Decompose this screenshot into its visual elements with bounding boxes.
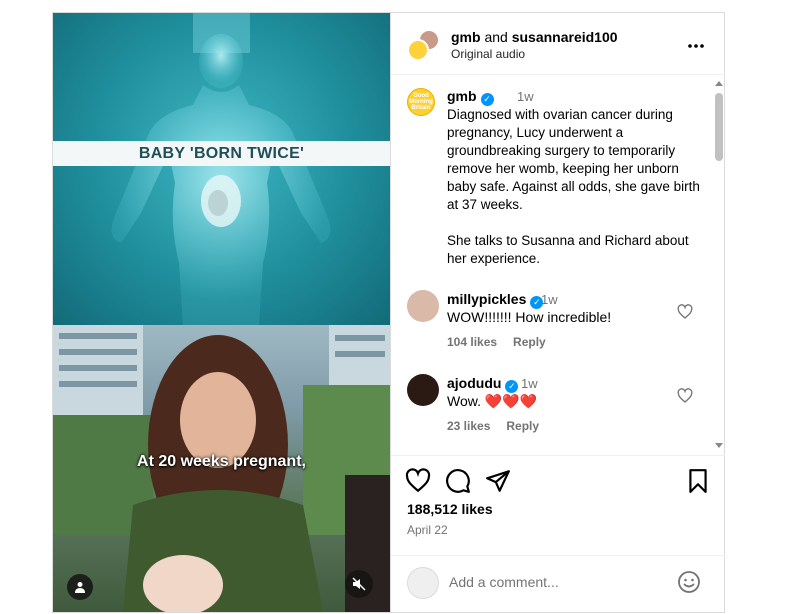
comment-username[interactable]: ajodudu ✓ bbox=[447, 375, 519, 393]
video-banner: BABY 'BORN TWICE' bbox=[53, 141, 390, 166]
author-link[interactable]: gmb bbox=[451, 29, 481, 45]
comment-likes[interactable]: 104 likes bbox=[447, 335, 497, 349]
author-joiner: and bbox=[484, 29, 508, 45]
video-top-frame: BABY 'BORN TWICE' bbox=[53, 13, 390, 325]
reply-button[interactable]: Reply bbox=[506, 419, 539, 433]
more-horizontal-icon bbox=[688, 44, 704, 48]
post-authors: gmb and susannareid100 bbox=[451, 29, 618, 45]
avatar[interactable]: Good Morning Britain bbox=[407, 88, 435, 116]
verified-badge-icon: ✓ bbox=[480, 93, 494, 106]
username-text[interactable]: ajodudu bbox=[447, 375, 501, 391]
username-text[interactable]: millypickles bbox=[447, 291, 526, 307]
heart-icon[interactable] bbox=[677, 388, 693, 404]
comment-meta: 23 likes Reply bbox=[447, 419, 555, 433]
mute-button[interactable] bbox=[345, 570, 373, 598]
username-text[interactable]: gmb bbox=[447, 88, 477, 104]
comment-text: WOW!!!!!!! How incredible! bbox=[447, 309, 612, 325]
avatar[interactable] bbox=[407, 39, 429, 61]
verified-badge-icon: ✓ bbox=[505, 380, 519, 393]
post-modal: BABY 'BORN TWICE' At 20 weeks pregnant, … bbox=[52, 12, 725, 613]
avatar-logo-text: Good Morning Britain bbox=[409, 93, 433, 111]
caption-time[interactable]: 1w bbox=[517, 89, 534, 104]
audio-link[interactable]: Original audio bbox=[451, 47, 525, 61]
comments-scroll-area[interactable]: Good Morning Britain gmb ✓ 1w Diagnosed w… bbox=[391, 76, 725, 454]
add-comment-bar bbox=[391, 555, 725, 612]
like-heart-icon[interactable] bbox=[405, 468, 431, 494]
comment-text: Wow. ❤️❤️❤️ bbox=[447, 393, 538, 409]
caption-username[interactable]: gmb ✓ bbox=[447, 88, 494, 106]
comment-time[interactable]: 1w bbox=[541, 292, 558, 307]
comment-time[interactable]: 1w bbox=[521, 376, 538, 391]
comment-input[interactable] bbox=[449, 574, 669, 590]
avatar[interactable] bbox=[407, 290, 439, 322]
comment-meta: 104 likes Reply bbox=[447, 335, 562, 349]
comment-bubble-icon[interactable] bbox=[445, 468, 471, 494]
comment-item: millypickles ✓ 1w WOW!!!!!!! How incredib… bbox=[407, 290, 707, 360]
comment-item: ajodudu ✓ 1w Wow. ❤️❤️❤️ 23 likes Reply bbox=[407, 374, 707, 444]
share-send-icon[interactable] bbox=[485, 468, 511, 494]
avatar bbox=[407, 567, 439, 599]
post-side-panel: gmb and susannareid100 Original audio Go… bbox=[390, 13, 725, 612]
caption-text: Diagnosed with ovarian cancer during pre… bbox=[447, 107, 700, 266]
tagged-users-button[interactable] bbox=[67, 574, 93, 600]
author-link[interactable]: susannareid100 bbox=[512, 29, 618, 45]
heart-icon[interactable] bbox=[677, 304, 693, 320]
scroll-up-arrow-icon[interactable] bbox=[715, 81, 723, 86]
comment-likes[interactable]: 23 likes bbox=[447, 419, 490, 433]
scrollbar-thumb[interactable] bbox=[715, 93, 723, 161]
bookmark-icon[interactable] bbox=[685, 468, 711, 494]
reply-button[interactable]: Reply bbox=[513, 335, 546, 349]
post-video[interactable]: BABY 'BORN TWICE' At 20 weeks pregnant, bbox=[53, 13, 390, 612]
emoji-icon[interactable] bbox=[677, 570, 701, 594]
body-illustration bbox=[111, 13, 331, 325]
post-header: gmb and susannareid100 Original audio bbox=[391, 13, 725, 75]
muted-speaker-icon bbox=[352, 577, 366, 591]
scrollbar[interactable] bbox=[715, 81, 723, 451]
likes-count[interactable]: 188,512 likes bbox=[407, 501, 493, 517]
user-icon bbox=[75, 582, 85, 593]
scroll-down-arrow-icon[interactable] bbox=[715, 443, 723, 448]
more-options-button[interactable] bbox=[687, 33, 705, 54]
comment-username[interactable]: millypickles ✓ bbox=[447, 291, 544, 309]
video-subtitle: At 20 weeks pregnant, bbox=[137, 453, 306, 470]
post-date[interactable]: April 22 bbox=[407, 523, 448, 537]
avatar[interactable] bbox=[407, 374, 439, 406]
